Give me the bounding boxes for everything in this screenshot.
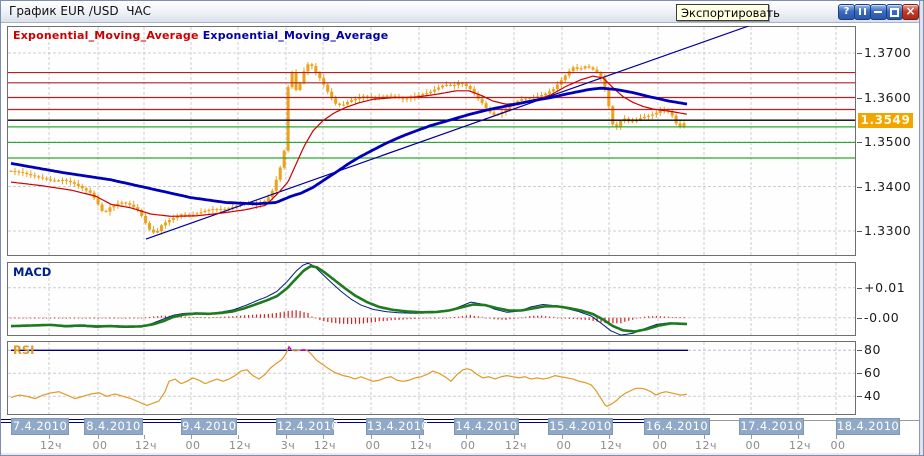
time-label: 12ч: [40, 439, 62, 452]
title-bar[interactable]: График EUR /USD ЧАС: [1, 1, 923, 23]
rsi-axis-label: 40: [864, 388, 881, 403]
ema-legend-red: Exponential_Moving_Average: [13, 29, 199, 42]
help-button[interactable]: [838, 4, 855, 20]
macd-axis-label: -0.00: [864, 310, 899, 325]
time-label: 00: [831, 439, 846, 452]
date-label: 18.4.2010: [836, 418, 900, 435]
window-title: График EUR /USD ЧАС: [9, 4, 151, 18]
rsi-axis-label: 80: [864, 342, 881, 357]
indicator-legend: Exponential_Moving_Average Exponential_M…: [13, 29, 388, 42]
date-label: 9.4.2010: [181, 418, 237, 435]
price-axis-label: 1.3500: [864, 134, 911, 149]
date-label: 13.4.2010: [366, 418, 424, 435]
date-label: 12.4.2010: [276, 418, 334, 435]
macd-panel-label: MACD: [13, 265, 51, 279]
rsi-axis-label-tick: [857, 396, 862, 397]
time-label: 12ч: [314, 439, 336, 452]
price-axis-label-tick: [857, 53, 862, 54]
price-axis-label-tick: [857, 98, 862, 99]
window-right-edge: [919, 1, 924, 456]
time-label: 12ч: [505, 439, 527, 452]
rsi-axis-label: 60: [864, 365, 881, 380]
time-label: 00: [93, 439, 108, 452]
price-axis-label: 1.3300: [864, 223, 911, 238]
rsi-panel-label: RSI: [13, 343, 34, 357]
price-axis-label: 1.3400: [864, 179, 911, 194]
time-label: 00: [461, 439, 476, 452]
time-label: 12ч: [229, 439, 251, 452]
rsi-axis-label-tick: [857, 373, 862, 374]
time-label: 3ч: [281, 439, 296, 452]
time-label: 00: [746, 439, 761, 452]
price-axis-label-tick: [857, 231, 862, 232]
date-label: 16.4.2010: [644, 418, 710, 435]
time-label: 12ч: [410, 439, 432, 452]
price-axis-label: 1.3700: [864, 45, 911, 60]
date-label: 8.4.2010: [84, 418, 143, 435]
time-label: 00: [186, 439, 201, 452]
time-label: 12ч: [600, 439, 622, 452]
collapse-button[interactable]: [870, 4, 887, 20]
rsi-axis-label-tick: [857, 350, 862, 351]
price-axis-label: 1.3600: [864, 90, 911, 105]
time-label: 00: [366, 439, 381, 452]
rsi-above-80-segment: [300, 350, 306, 351]
time-label: 12ч: [789, 439, 811, 452]
price-axis-label-tick: [857, 187, 862, 188]
date-label: 17.4.2010: [739, 418, 804, 435]
rsi-chart-canvas[interactable]: [7, 341, 856, 415]
macd-axis-label: +0.01: [864, 280, 905, 295]
macd-axis-label-tick: [857, 318, 862, 319]
export-tooltip: Экспортировать: [676, 4, 769, 21]
price-chart-canvas[interactable]: [7, 26, 856, 256]
time-label: 00: [557, 439, 572, 452]
ema-legend-blue: Exponential_Moving_Average: [203, 29, 389, 42]
date-label: 7.4.2010: [11, 418, 69, 435]
date-label: 14.4.2010: [454, 418, 519, 435]
pause-button[interactable]: [854, 4, 871, 20]
macd-axis-label-tick: [857, 288, 862, 289]
close-button[interactable]: [902, 4, 919, 20]
macd-chart-canvas[interactable]: [7, 262, 856, 336]
time-label: 12ч: [135, 439, 157, 452]
chart-window: График EUR /USD ЧАС Экспортировать Expon…: [0, 0, 924, 456]
price-axis-label-tick: [857, 142, 862, 143]
date-label: 15.4.2010: [548, 418, 613, 435]
time-label: 12ч: [695, 439, 717, 452]
maximize-button[interactable]: [886, 4, 903, 20]
current-price-badge: 1.3549: [858, 113, 913, 128]
time-label: 00: [653, 439, 668, 452]
